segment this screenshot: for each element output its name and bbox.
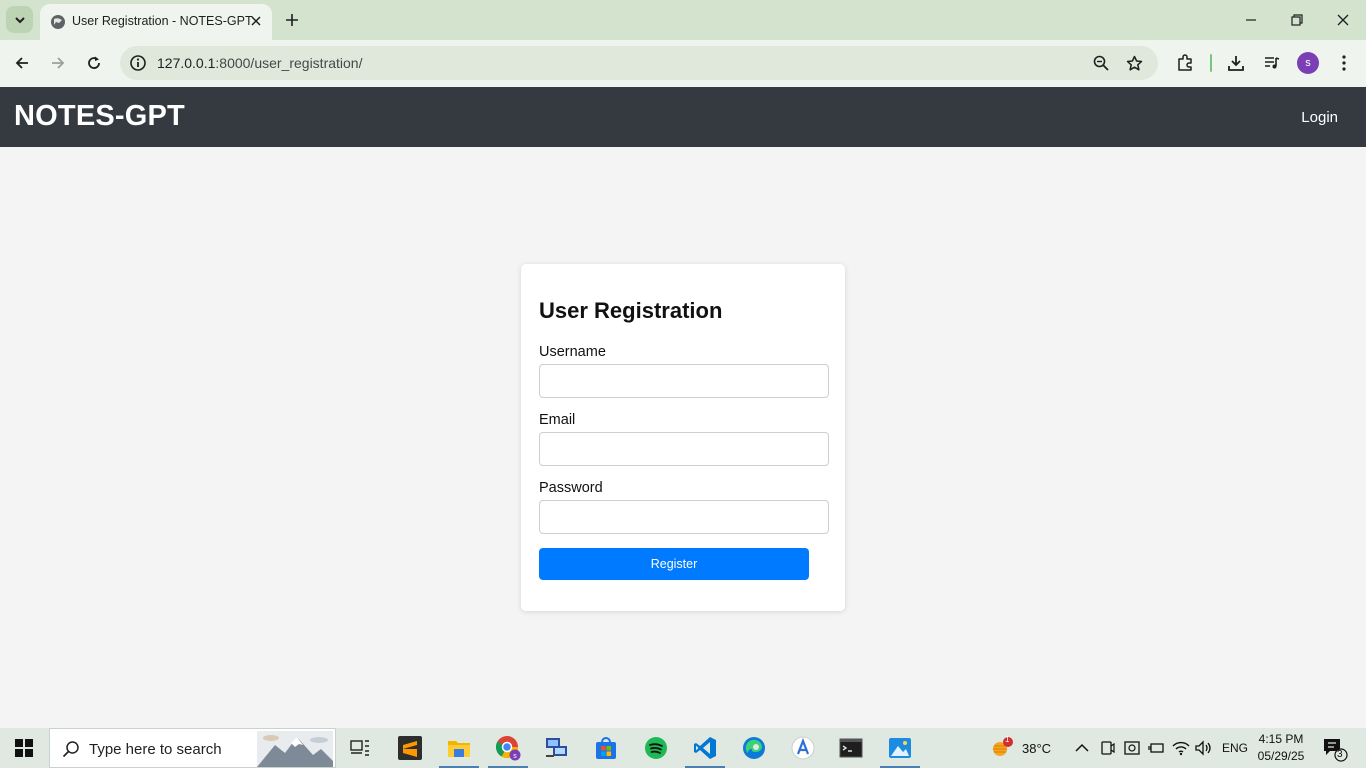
minimize-button[interactable] (1241, 10, 1261, 30)
url-path: :8000/user_registration/ (215, 55, 363, 71)
notification-count: 3 (1337, 749, 1343, 760)
app-installer-icon[interactable] (783, 728, 823, 768)
site-info-icon[interactable] (129, 54, 147, 72)
chevron-down-icon (14, 16, 25, 23)
browser-tab-active[interactable]: User Registration - NOTES-GPT (40, 4, 272, 40)
login-link[interactable]: Login (1301, 109, 1338, 126)
edge-icon[interactable] (734, 728, 774, 768)
security-center-icon[interactable] (1124, 728, 1140, 768)
register-button[interactable]: Register (539, 548, 809, 580)
browser-menu-icon[interactable] (1333, 52, 1355, 74)
username-label: Username (539, 344, 606, 360)
forward-button[interactable] (47, 52, 69, 74)
globe-icon (51, 15, 65, 29)
restore-button[interactable] (1287, 10, 1307, 30)
media-controls-icon[interactable] (1261, 52, 1283, 74)
chrome-icon[interactable]: s (488, 728, 528, 768)
close-tab-icon[interactable] (248, 13, 264, 29)
new-tab-button[interactable] (282, 10, 302, 30)
password-label: Password (539, 480, 603, 496)
notification-center-button[interactable]: 3 (1320, 736, 1348, 762)
taskbar-search[interactable]: Type here to search (49, 728, 336, 768)
network-tool-icon[interactable] (537, 728, 577, 768)
toolbar-separator (1210, 54, 1212, 72)
reload-button[interactable] (83, 52, 105, 74)
restore-icon (1291, 14, 1303, 26)
show-hidden-icons-button[interactable] (1075, 728, 1089, 768)
sublime-text-icon[interactable] (390, 728, 430, 768)
svg-text:s: s (513, 753, 517, 760)
weather-temperature: 38°C (1022, 740, 1052, 756)
profile-avatar[interactable]: s (1297, 52, 1319, 74)
taskbar-clock[interactable]: 4:15 PM 05/29/25 (1256, 731, 1306, 765)
task-view-icon[interactable] (340, 728, 380, 768)
site-navbar: NOTES-GPT Login (0, 87, 1366, 147)
form-title: User Registration (539, 298, 723, 323)
battery-icon[interactable] (1147, 728, 1165, 768)
clock-date: 05/29/25 (1257, 749, 1305, 763)
search-icon (62, 741, 79, 758)
notification-icon (1324, 739, 1348, 762)
meet-now-icon[interactable] (1101, 728, 1115, 768)
email-label: Email (539, 412, 576, 428)
spotify-icon[interactable] (636, 728, 676, 768)
weather-widget[interactable]: 1 38°C (990, 728, 1051, 768)
browser-toolbar: 127.0.0.1:8000/user_registration/ s (0, 40, 1366, 87)
vs-code-icon[interactable] (685, 728, 725, 768)
start-button[interactable] (0, 728, 48, 768)
arrow-right-icon (52, 57, 65, 69)
url-text[interactable]: 127.0.0.1:8000/user_registration/ (157, 55, 362, 71)
email-input[interactable] (539, 432, 829, 466)
zoom-icon[interactable] (1092, 54, 1110, 72)
volume-icon[interactable] (1195, 728, 1213, 768)
registration-card: User Registration Username Email Passwor… (521, 264, 845, 611)
plus-icon (286, 14, 298, 26)
back-button[interactable] (11, 52, 33, 74)
microsoft-store-icon[interactable] (586, 728, 626, 768)
weather-sun-icon (993, 737, 1013, 756)
password-input[interactable] (539, 500, 829, 534)
photos-icon[interactable] (880, 728, 920, 768)
close-window-button[interactable] (1333, 10, 1353, 30)
arrow-left-icon (15, 57, 28, 69)
wifi-icon[interactable] (1172, 728, 1190, 768)
extensions-icon[interactable] (1174, 52, 1196, 74)
address-bar[interactable]: 127.0.0.1:8000/user_registration/ (120, 46, 1158, 80)
tab-title: User Registration - NOTES-GPT (72, 14, 253, 28)
username-input[interactable] (539, 364, 829, 398)
tab-search-button[interactable] (6, 6, 33, 33)
search-placeholder: Type here to search (89, 741, 222, 758)
downloads-icon[interactable] (1225, 52, 1247, 74)
language-indicator[interactable]: ENG (1222, 728, 1248, 768)
site-brand[interactable]: NOTES-GPT (14, 100, 185, 133)
chevron-up-icon (1075, 743, 1089, 752)
minimize-icon (1246, 19, 1256, 21)
reload-icon (88, 56, 100, 69)
windows-logo-icon (15, 739, 33, 757)
bookmark-star-icon[interactable] (1125, 54, 1143, 72)
browser-tabstrip: User Registration - NOTES-GPT (0, 0, 1366, 40)
clock-time: 4:15 PM (1258, 732, 1304, 746)
file-explorer-icon[interactable] (439, 728, 479, 768)
windows-taskbar: Type here to search s 1 38°C ENG 4:15 PM… (0, 728, 1366, 768)
terminal-icon[interactable] (831, 728, 871, 768)
weather-badge: 1 (1005, 735, 1010, 744)
url-host: 127.0.0.1 (157, 55, 216, 71)
search-highlight-mountain-icon (257, 731, 333, 767)
close-icon (1337, 14, 1349, 26)
